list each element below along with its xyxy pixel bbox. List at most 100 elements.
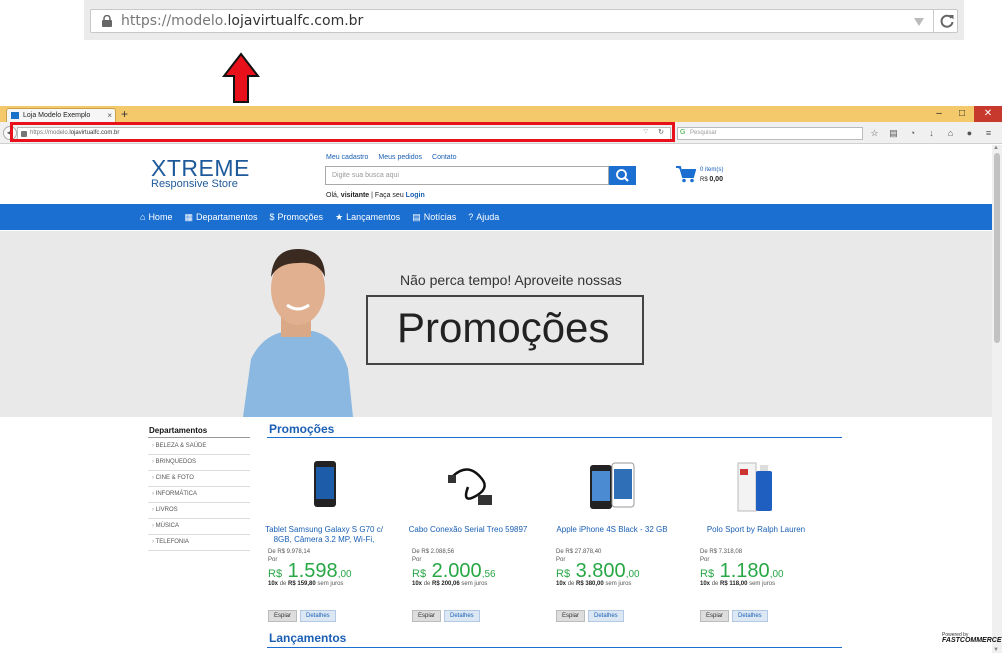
departments-list: BELEZA & SAÚDE BRINQUEDOS CINE & FOTO IN… [148, 439, 250, 551]
product-price: R$ 2.000,56 [412, 560, 496, 582]
dept-telefonia[interactable]: TELEFONIA [148, 535, 250, 551]
nav-lancamentos[interactable]: ★ Lançamentos [335, 212, 400, 223]
product-price: R$ 3.800,00 [556, 560, 640, 582]
espiar-button[interactable]: Espiar [268, 610, 298, 622]
tab-loja-modelo[interactable]: Loja Modelo Exemplo × [6, 108, 116, 122]
phone-icon[interactable] [294, 457, 354, 517]
detalhes-button[interactable]: Detalhes [732, 610, 768, 622]
product-old-price: De R$ 27.878,40 [556, 549, 602, 555]
title-bar: Loja Modelo Exemplo × + – □ ✕ [0, 106, 1002, 122]
browser-search-input[interactable]: G Pesquisar [677, 127, 863, 140]
dollar-icon: $ [269, 212, 275, 222]
star-icon: ★ [335, 211, 344, 222]
dropdown-icon[interactable] [913, 17, 925, 27]
divider [933, 10, 934, 32]
chat-icon[interactable]: ● [963, 126, 976, 140]
welcome-text: Olá, visitante | Faça seu Login [326, 192, 425, 199]
detalhes-button[interactable]: Detalhes [588, 610, 624, 622]
product-card: Cabo Conexão Serial Treo 59897 De R$ 2.0… [402, 457, 534, 637]
dept-cine-foto[interactable]: CINE & FOTO [148, 471, 250, 487]
product-price: R$ 1.598,00 [268, 560, 352, 582]
banner-tagline: Não perca tempo! Aproveite nossas [400, 272, 622, 288]
close-window-button[interactable]: ✕ [974, 106, 1002, 122]
product-card: Polo Sport by Ralph Lauren De R$ 7.318,0… [690, 457, 822, 637]
product-old-price: De R$ 7.318,08 [700, 549, 743, 555]
espiar-button[interactable]: Espiar [412, 610, 442, 622]
pocket-icon[interactable]: ◔ [906, 126, 919, 140]
product-installments: 10x de R$ 159,80 sem juros [268, 581, 344, 587]
dept-beleza-saude[interactable]: BELEZA & SAÚDE [148, 439, 250, 455]
espiar-button[interactable]: Espiar [556, 610, 586, 622]
product-name[interactable]: Polo Sport by Ralph Lauren [690, 525, 822, 535]
dept-informatica[interactable]: INFORMÁTICA [148, 487, 250, 503]
cart-summary[interactable]: 0 item(s) R$ 0,00 [700, 166, 723, 185]
clipboard-icon[interactable]: ▤ [887, 126, 900, 140]
nav-promocoes[interactable]: $ Promoções [270, 212, 324, 222]
web-page: XTREME Responsive Store Meu cadastro Meu… [0, 145, 992, 653]
espiar-button[interactable]: Espiar [700, 610, 730, 622]
detalhes-button[interactable]: Detalhes [300, 610, 336, 622]
section-divider [267, 647, 842, 648]
maximize-button[interactable]: □ [951, 106, 973, 122]
scroll-down-icon[interactable]: ▼ [993, 647, 999, 653]
nav-ajuda[interactable]: ? Ajuda [468, 212, 499, 222]
dept-livros[interactable]: LIVROS [148, 503, 250, 519]
product-installments: 10x de R$ 380,00 sem juros [556, 581, 632, 587]
download-icon[interactable]: ↓ [925, 126, 938, 140]
zoomed-url-text: https://modelo.lojavirtualfc.com.br [121, 13, 364, 29]
smiling-man-image [243, 249, 353, 417]
section-title-lancamentos: Lançamentos [269, 631, 347, 645]
section-divider [267, 437, 842, 438]
menu-icon[interactable]: ≡ [982, 126, 995, 140]
reload-icon[interactable] [939, 13, 955, 29]
banner-headline: Promoções [397, 304, 610, 351]
cable-icon[interactable] [438, 457, 498, 517]
site-search-button[interactable] [609, 166, 636, 185]
promo-banner[interactable]: Não perca tempo! Aproveite nossas Promoç… [0, 231, 992, 417]
question-icon: ? [468, 212, 474, 222]
site-search-input[interactable]: Digite sua busca aqui [325, 166, 609, 185]
link-contato[interactable]: Contato [432, 154, 457, 161]
section-title-promocoes: Promoções [269, 422, 335, 436]
product-installments: 10x de R$ 200,06 sem juros [412, 581, 488, 587]
bookmark-star-icon[interactable]: ☆ [868, 126, 881, 140]
iphone-icon[interactable] [582, 457, 642, 517]
lock-icon [102, 15, 112, 27]
login-link[interactable]: Login [406, 192, 425, 199]
scroll-up-icon[interactable]: ▲ [993, 145, 999, 151]
scrollbar-thumb[interactable] [994, 153, 1000, 343]
top-links: Meu cadastro Meus pedidos Contato [326, 154, 457, 161]
link-meus-pedidos[interactable]: Meus pedidos [378, 154, 422, 161]
cart-icon[interactable] [676, 165, 696, 183]
detalhes-button[interactable]: Detalhes [444, 610, 480, 622]
vertical-scrollbar[interactable]: ▲ ▼ [992, 145, 1002, 653]
product-name[interactable]: Apple iPhone 4S Black - 32 GB [546, 525, 678, 535]
zoomed-url-field[interactable]: https://modelo.lojavirtualfc.com.br [90, 9, 958, 33]
link-meu-cadastro[interactable]: Meu cadastro [326, 154, 368, 161]
dept-brinquedos[interactable]: BRINQUEDOS [148, 455, 250, 471]
nav-home[interactable]: ⌂ Home [140, 212, 172, 222]
divider [148, 437, 250, 438]
product-old-price: De R$ 9.978,14 [268, 549, 311, 555]
search-icon [616, 169, 629, 182]
toolbar-icons: ☆ ▤ ◔ ↓ ⌂ ● ≡ [868, 126, 995, 140]
powered-by-badge[interactable]: Powered by FASTCOMMERCE [942, 632, 1002, 644]
minimize-button[interactable]: – [928, 106, 950, 122]
search-engine-icon: G [680, 129, 686, 136]
main-navigation: ⌂ Home ▦ Departamentos $ Promoções ★ Lançame… [0, 204, 992, 230]
product-name[interactable]: Cabo Conexão Serial Treo 59897 [402, 525, 534, 535]
product-price: R$ 1.180,00 [700, 560, 784, 582]
perfume-icon[interactable] [726, 457, 786, 517]
new-tab-button[interactable]: + [121, 107, 128, 121]
browser-window: Loja Modelo Exemplo × + – □ ✕ ◀ https://… [0, 106, 1002, 653]
nav-noticias[interactable]: ▤ Notícias [412, 212, 456, 223]
product-card: Tablet Samsung Galaxy S G70 c/ 8GB, Câme… [258, 457, 390, 637]
store-logo-sub: Responsive Store [151, 178, 238, 190]
home-icon[interactable]: ⌂ [944, 126, 957, 140]
tab-title: Loja Modelo Exemplo [23, 112, 91, 119]
close-tab-icon[interactable]: × [107, 111, 112, 120]
nav-departamentos[interactable]: ▦ Departamentos [184, 212, 257, 223]
dept-musica[interactable]: MÚSICA [148, 519, 250, 535]
product-card: Apple iPhone 4S Black - 32 GB De R$ 27.8… [546, 457, 678, 637]
product-name[interactable]: Tablet Samsung Galaxy S G70 c/ 8GB, Câme… [258, 525, 390, 545]
